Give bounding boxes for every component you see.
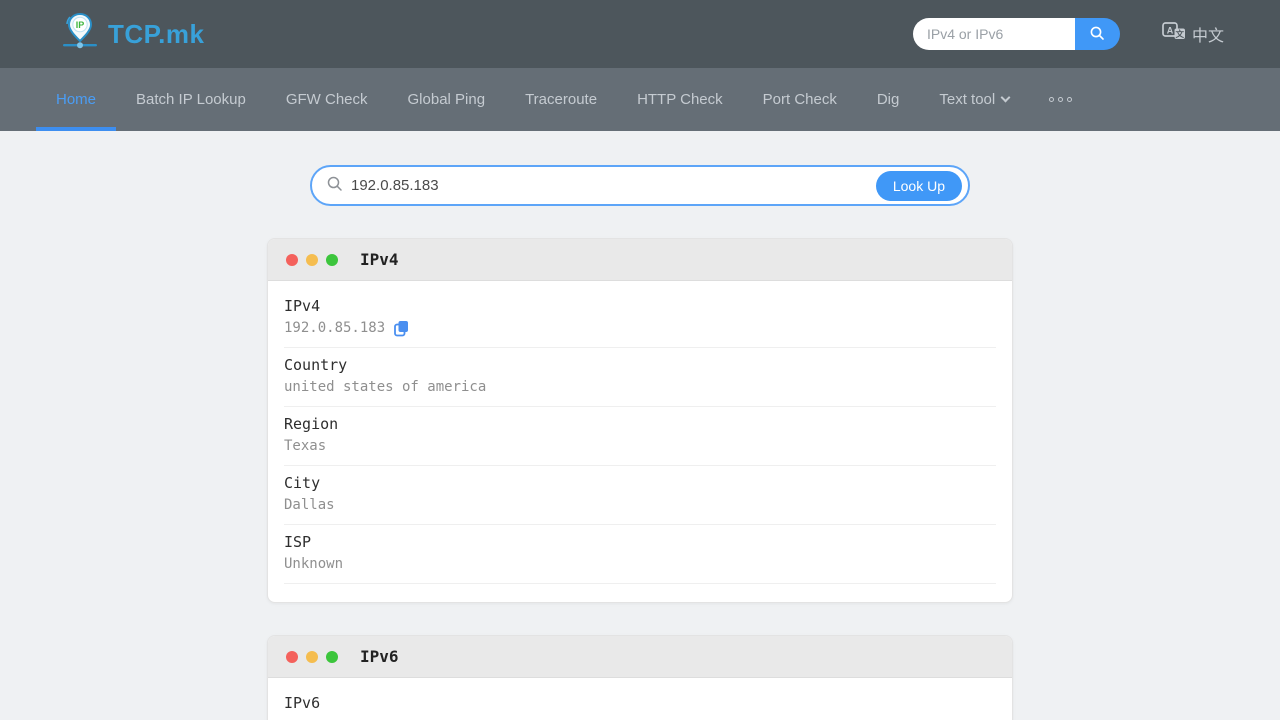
card-title: IPv4 bbox=[360, 250, 399, 269]
nav-item-label: Home bbox=[56, 91, 96, 108]
window-dot-green bbox=[326, 254, 338, 266]
field-row-country: Country united states of america bbox=[284, 348, 996, 407]
card-body: IPv6 bbox=[268, 678, 1012, 720]
card-ipv4: IPv4 IPv4 192.0.85.183 Country united states… bbox=[267, 238, 1013, 603]
nav-item-label: Port Check bbox=[763, 91, 837, 108]
window-dot-yellow bbox=[306, 254, 318, 266]
field-row-region: Region Texas bbox=[284, 407, 996, 466]
field-row-ipv4: IPv4 192.0.85.183 bbox=[284, 289, 996, 348]
main: Look Up IPv4 IPv4 192.0.85.183 Country unite… bbox=[0, 165, 1280, 720]
svg-text:IP: IP bbox=[76, 20, 85, 30]
search-icon bbox=[326, 175, 343, 197]
ellipsis-icon bbox=[1049, 97, 1072, 102]
field-value: Dallas bbox=[284, 496, 335, 515]
nav-item-label: Dig bbox=[877, 91, 900, 108]
svg-text:A: A bbox=[1167, 26, 1174, 36]
field-label: Region bbox=[284, 415, 996, 434]
nav-item-gfw-check[interactable]: GFW Check bbox=[266, 68, 388, 131]
nav-item-global-ping[interactable]: Global Ping bbox=[388, 68, 506, 131]
header-search-button[interactable] bbox=[1075, 18, 1120, 50]
nav-item-label: Global Ping bbox=[408, 91, 486, 108]
copy-icon[interactable] bbox=[394, 320, 409, 337]
card-ipv6: IPv6 IPv6 bbox=[267, 635, 1013, 720]
card-header: IPv4 bbox=[268, 239, 1012, 281]
window-dot-green bbox=[326, 651, 338, 663]
nav-item-label: Text tool bbox=[939, 91, 995, 108]
svg-text:文: 文 bbox=[1176, 29, 1185, 39]
header-search-input[interactable] bbox=[913, 18, 1075, 50]
nav-item-label: HTTP Check bbox=[637, 91, 723, 108]
result-cards: IPv4 IPv4 192.0.85.183 Country united states… bbox=[267, 238, 1013, 720]
nav-item-batch-ip-lookup[interactable]: Batch IP Lookup bbox=[116, 68, 266, 131]
topbar: IP TCP.mk A bbox=[0, 0, 1280, 68]
card-body: IPv4 192.0.85.183 Country united states of … bbox=[268, 281, 1012, 602]
field-label: City bbox=[284, 474, 996, 493]
field-value: 192.0.85.183 bbox=[284, 319, 385, 338]
field-label: Country bbox=[284, 356, 996, 375]
window-dot-yellow bbox=[306, 651, 318, 663]
logo[interactable]: IP TCP.mk bbox=[62, 11, 204, 58]
field-row-ipv6: IPv6 bbox=[284, 686, 996, 720]
nav-item-label: GFW Check bbox=[286, 91, 368, 108]
field-row-isp: ISP Unknown bbox=[284, 525, 996, 584]
logo-text: TCP.mk bbox=[108, 19, 204, 50]
window-dot-red bbox=[286, 254, 298, 266]
nav-item-dig[interactable]: Dig bbox=[857, 68, 920, 131]
logo-pin-icon: IP bbox=[62, 11, 98, 58]
nav-item-traceroute[interactable]: Traceroute bbox=[505, 68, 617, 131]
nav-item-home[interactable]: Home bbox=[36, 68, 116, 131]
nav-item-label: Traceroute bbox=[525, 91, 597, 108]
field-value: Unknown bbox=[284, 555, 343, 574]
language-switch[interactable]: A 文 中文 bbox=[1162, 22, 1224, 46]
nav-item-http-check[interactable]: HTTP Check bbox=[617, 68, 743, 131]
field-label: IPv4 bbox=[284, 297, 996, 316]
nav-item-text-tool[interactable]: Text tool bbox=[919, 68, 1029, 131]
nav: Home Batch IP Lookup GFW Check Global Ping T… bbox=[0, 68, 1280, 131]
field-row-city: City Dallas bbox=[284, 466, 996, 525]
nav-item-port-check[interactable]: Port Check bbox=[743, 68, 857, 131]
card-title: IPv6 bbox=[360, 647, 399, 666]
field-value: Texas bbox=[284, 437, 326, 456]
language-label: 中文 bbox=[1192, 22, 1224, 46]
field-label: IPv6 bbox=[284, 694, 996, 713]
translate-icon: A 文 bbox=[1162, 22, 1186, 46]
field-value: united states of america bbox=[284, 378, 486, 397]
field-label: ISP bbox=[284, 533, 996, 552]
lookup-input[interactable] bbox=[351, 177, 876, 194]
search-icon bbox=[1089, 25, 1105, 44]
window-dot-red bbox=[286, 651, 298, 663]
nav-item-label: Batch IP Lookup bbox=[136, 91, 246, 108]
lookup-button[interactable]: Look Up bbox=[876, 171, 962, 201]
card-header: IPv6 bbox=[268, 636, 1012, 678]
lookup-bar: Look Up bbox=[310, 165, 970, 206]
chevron-down-icon bbox=[1001, 93, 1011, 103]
nav-item-more[interactable] bbox=[1029, 68, 1092, 131]
header-search bbox=[913, 18, 1120, 50]
